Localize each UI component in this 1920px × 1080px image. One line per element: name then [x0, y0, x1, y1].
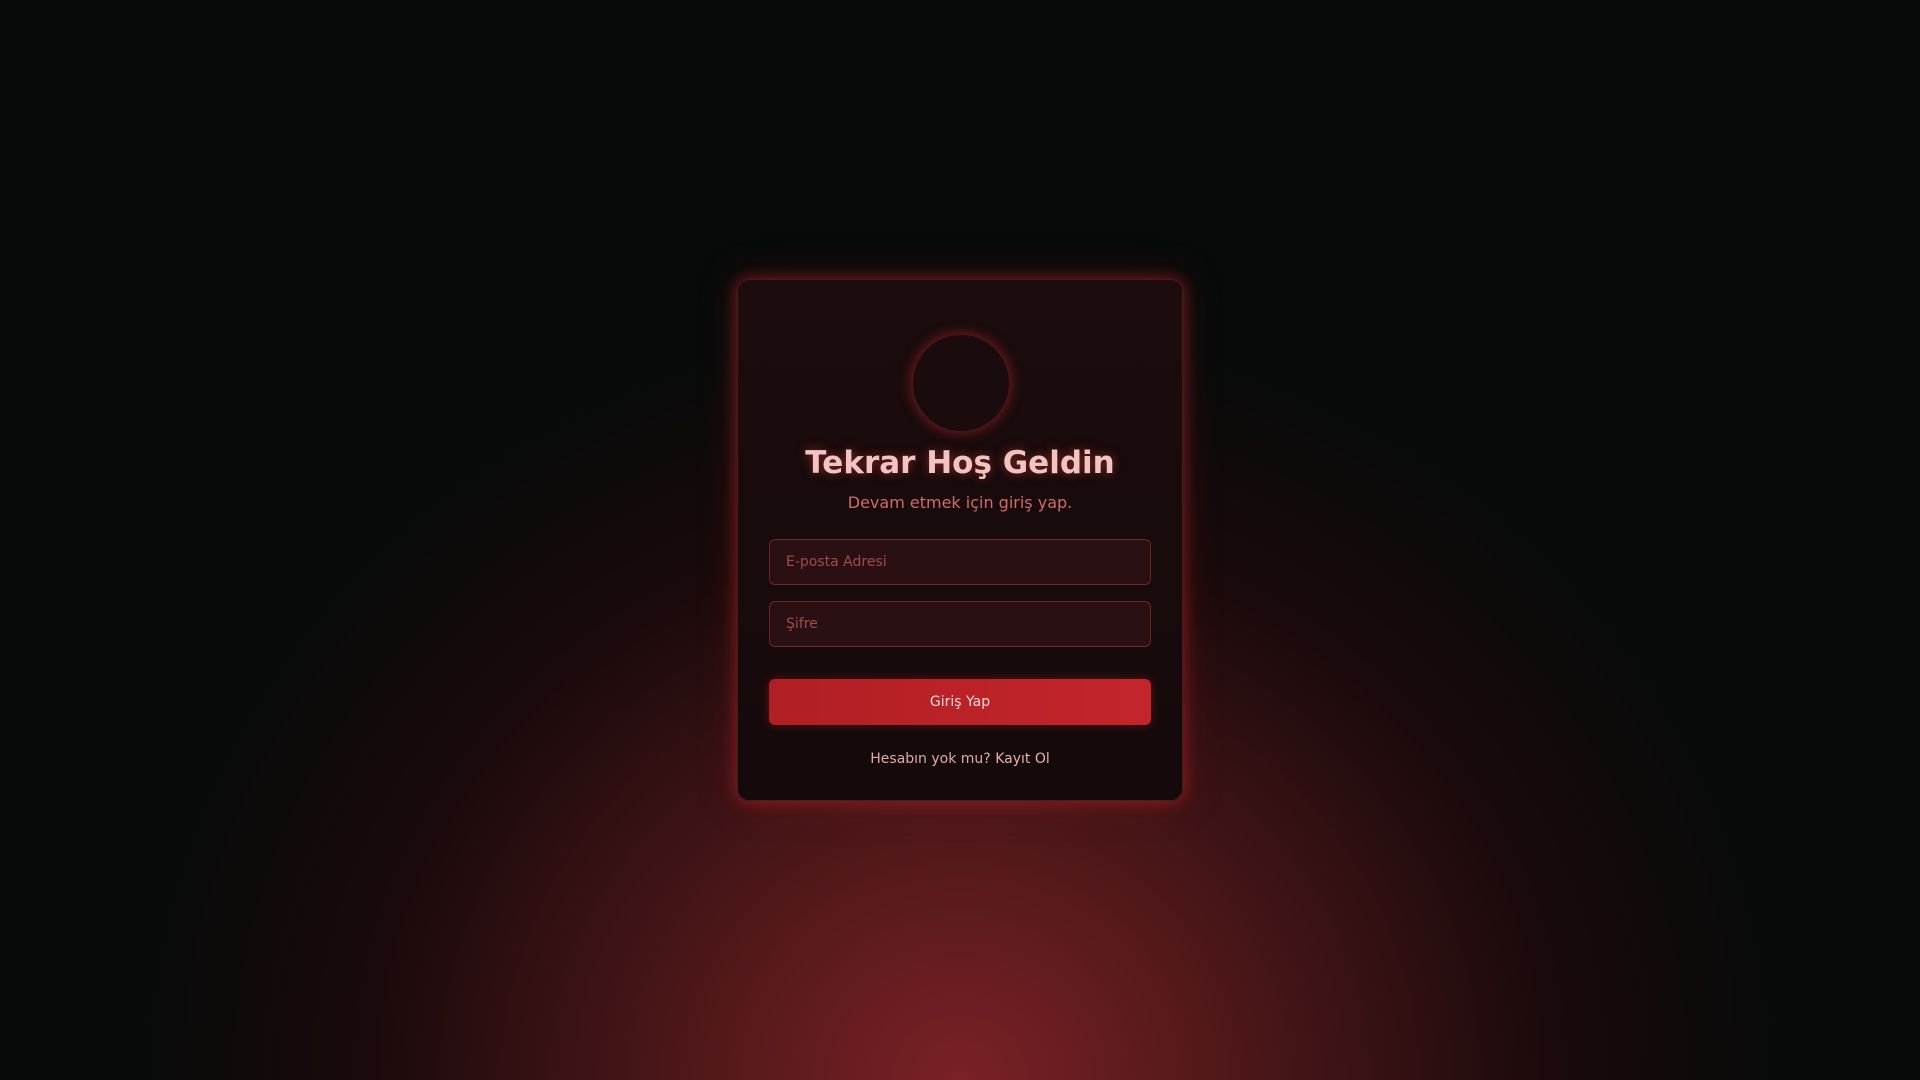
page-title: Tekrar Hoş Geldin [805, 445, 1115, 481]
login-card: Tekrar Hoş Geldin Devam etmek için giriş… [737, 279, 1183, 801]
avatar [913, 335, 1009, 431]
signup-link[interactable]: Kayıt Ol [995, 751, 1050, 767]
email-field[interactable] [769, 539, 1151, 585]
signup-prompt: Hesabın yok mu? [870, 751, 991, 767]
page-subtitle: Devam etmek için giriş yap. [847, 493, 1073, 512]
password-field[interactable] [769, 601, 1151, 647]
login-button[interactable]: Giriş Yap [769, 679, 1151, 725]
signup-row: Hesabın yok mu? Kayıt Ol [738, 751, 1182, 767]
